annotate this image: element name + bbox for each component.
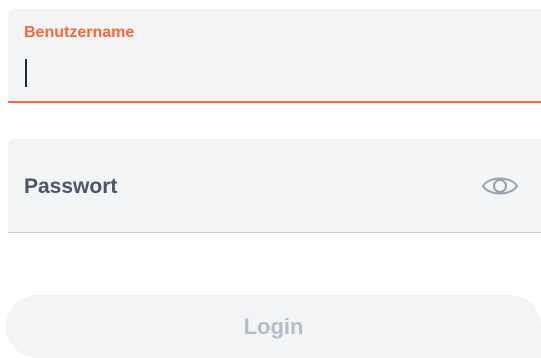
eye-icon[interactable]	[481, 173, 519, 199]
password-field[interactable]: Passwort	[8, 139, 541, 233]
username-label: Benutzername	[24, 24, 135, 41]
username-field[interactable]: Benutzername	[8, 9, 541, 103]
login-form: Benutzername Passwort Login	[0, 0, 541, 358]
login-button[interactable]: Login	[6, 295, 541, 358]
password-label: Passwort	[24, 175, 118, 198]
text-cursor	[25, 59, 27, 87]
